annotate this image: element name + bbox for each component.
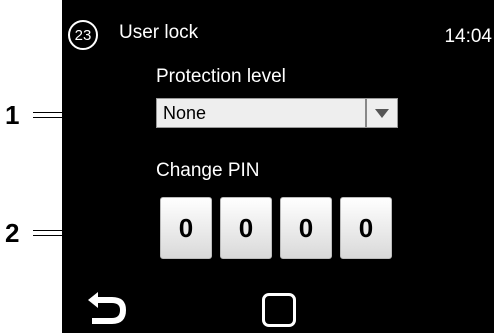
dropdown-toggle[interactable] <box>365 99 397 127</box>
callout-number: 2 <box>5 217 20 248</box>
back-arrow-icon <box>88 292 126 324</box>
callout-number: 1 <box>5 99 20 130</box>
callout-1: 1 <box>0 100 62 130</box>
home-button[interactable] <box>262 293 296 327</box>
chevron-down-icon <box>375 108 389 118</box>
callout-2: 2 <box>0 218 62 248</box>
pin-digit-1[interactable]: 0 <box>160 197 212 259</box>
change-pin-label: Change PIN <box>156 160 260 181</box>
protection-level-label: Protection level <box>156 66 286 87</box>
screen-title: User lock <box>119 22 199 43</box>
pin-entry: 0 0 0 0 <box>160 197 392 259</box>
pin-digit-4[interactable]: 0 <box>340 197 392 259</box>
callout-leader-line <box>33 112 62 118</box>
back-button[interactable] <box>82 288 132 328</box>
screen-number-badge: 23 <box>68 20 98 50</box>
pin-digit-3[interactable]: 0 <box>280 197 332 259</box>
protection-level-dropdown[interactable]: None <box>156 98 398 128</box>
protection-level-value: None <box>163 102 207 123</box>
callout-leader-line <box>33 230 62 236</box>
clock: 14:04 <box>444 26 492 47</box>
device-screen: 23 User lock 14:04 Protection level None… <box>62 0 494 333</box>
pin-digit-2[interactable]: 0 <box>220 197 272 259</box>
